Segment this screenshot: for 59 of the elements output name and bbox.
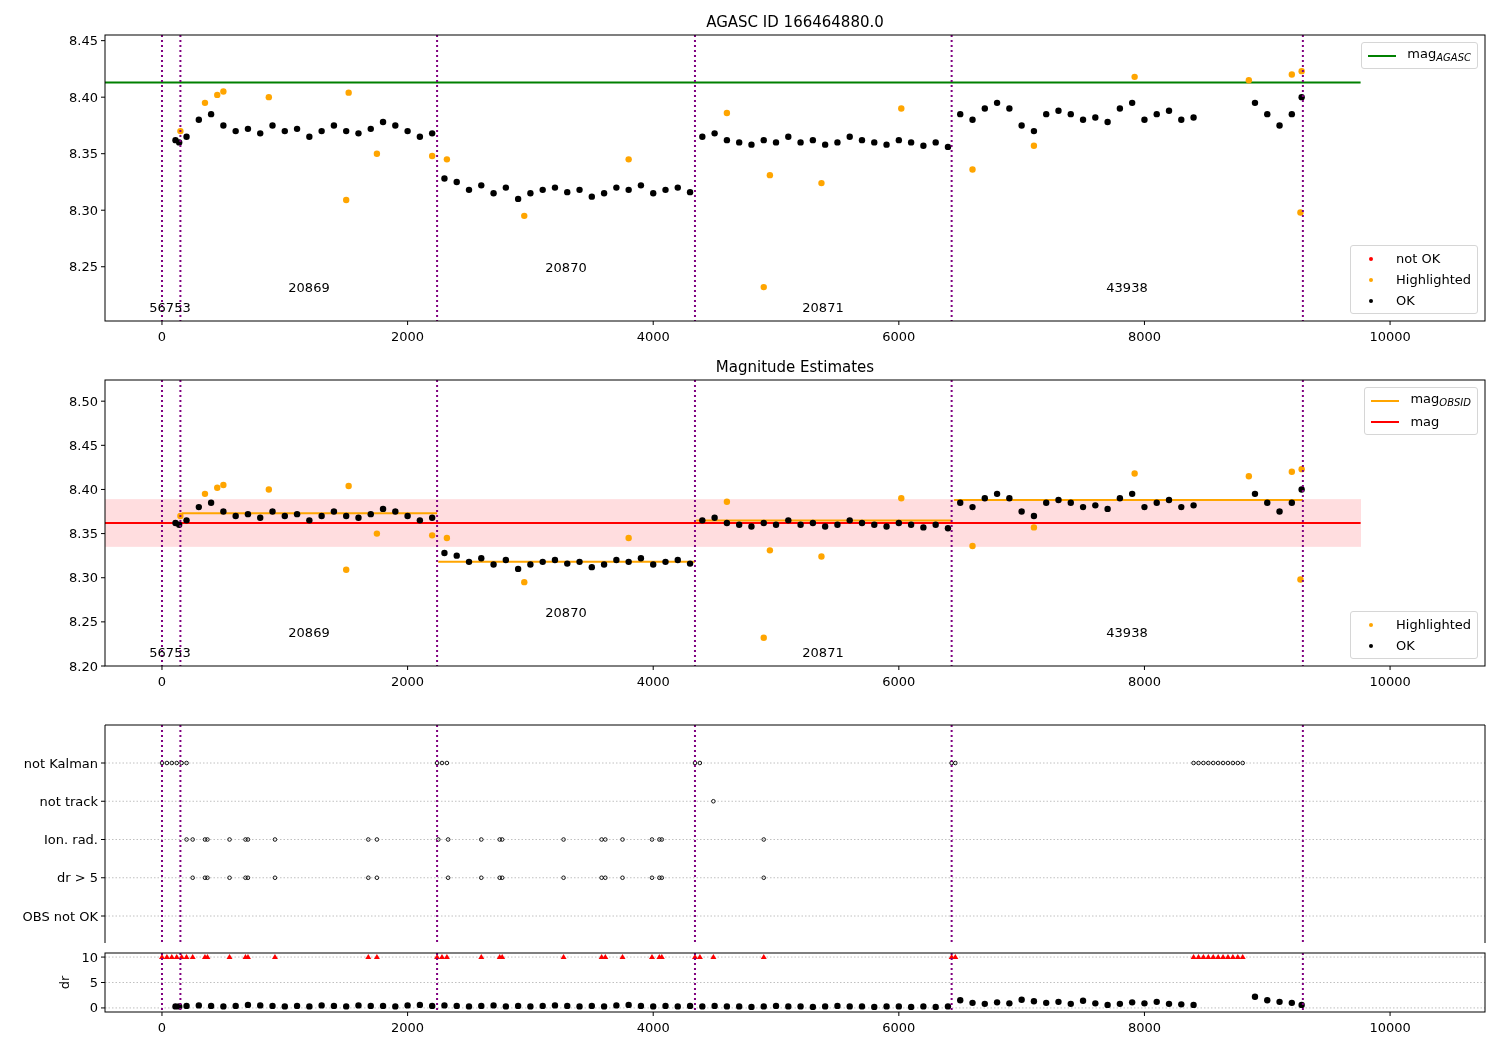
tick-label: 10 (81, 949, 98, 965)
tick-label: 6000 (882, 1020, 916, 1035)
segment-label: 20869 (288, 280, 330, 295)
legend-label: mag$_{OBSID}$ (1410, 390, 1471, 410)
legend-label: Highlighted (1396, 271, 1471, 289)
row-label: not Kalman (23, 755, 98, 771)
tick-label: 10000 (1369, 1020, 1411, 1035)
tick-label: 4000 (636, 674, 670, 689)
segment-label: 20869 (288, 625, 330, 640)
segment-label: 20870 (545, 260, 587, 275)
chart-title: Magnitude Estimates (715, 358, 875, 376)
tick-label: 8.30 (69, 202, 98, 218)
tick-label: 8000 (1127, 674, 1161, 689)
tick-label: 8000 (1127, 329, 1161, 344)
tick-label: 10000 (1369, 329, 1411, 344)
tick-label: 0 (89, 1000, 98, 1016)
tick-label: 8000 (1127, 1020, 1161, 1035)
segment-label: 20871 (802, 300, 844, 315)
tick-label: 8.50 (69, 393, 98, 409)
row-label: OBS not OK (22, 908, 98, 924)
tick-label: 0 (157, 1020, 167, 1035)
tick-label: 6000 (882, 329, 916, 344)
tick-label: 0 (157, 674, 167, 689)
legend-label: not OK (1396, 250, 1441, 268)
segment-label: 56753 (149, 645, 191, 660)
tick-label: 0 (157, 329, 167, 344)
tick-label: 2000 (391, 1020, 425, 1035)
chart-title: AGASC ID 166464880.0 (706, 13, 884, 31)
tick-label: 5 (89, 975, 98, 990)
tick-label: 8.40 (69, 481, 98, 497)
tick-label: 2000 (391, 674, 425, 689)
legend-label: mag$_{AGASC}$ (1407, 45, 1471, 65)
row-label: dr > 5 (56, 870, 98, 886)
segment-label: 43938 (1106, 625, 1148, 640)
tick-label: 8.25 (69, 259, 98, 275)
tick-label: 6000 (882, 674, 916, 689)
legend-label: OK (1396, 637, 1415, 655)
tick-label: 8.45 (69, 437, 98, 453)
tick-label: 8.30 (69, 570, 98, 586)
tick-label: 8.25 (69, 614, 98, 630)
tick-label: 8.35 (69, 146, 98, 162)
segment-label: 56753 (149, 300, 191, 315)
tick-label: 4000 (636, 329, 670, 344)
segment-label: 20871 (802, 645, 844, 660)
tick-label: 4000 (636, 1020, 670, 1035)
tick-label: 2000 (391, 329, 425, 344)
legend-label: OK (1396, 292, 1415, 310)
legend-label: Highlighted (1396, 616, 1471, 634)
legend-label: mag (1410, 413, 1440, 431)
tick-label: 8.35 (69, 526, 98, 542)
tick-label: 8.45 (69, 33, 98, 49)
segment-label: 43938 (1106, 280, 1148, 295)
tick-label: 8.40 (69, 89, 98, 105)
tick-label: 10000 (1369, 674, 1411, 689)
row-label: not track (39, 793, 98, 809)
segment-label: 20870 (545, 605, 587, 620)
tick-label: 8.20 (69, 658, 98, 674)
row-label: Ion. rad. (44, 832, 98, 847)
axis-label: dr (57, 975, 72, 990)
